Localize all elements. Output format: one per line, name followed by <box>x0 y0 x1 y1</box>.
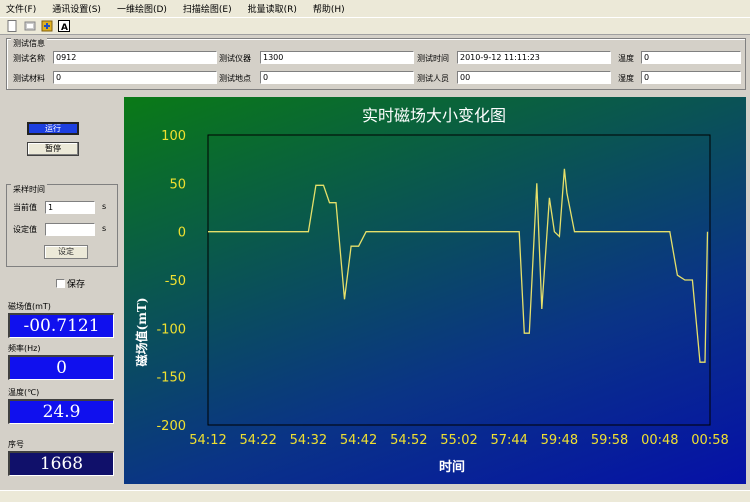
set-button[interactable]: 设定 <box>44 245 88 259</box>
test-time-label: 测试时间 <box>417 53 449 63</box>
test-info-title: 测试信息 <box>11 38 47 49</box>
menu-help[interactable]: 帮助(H) <box>313 2 345 15</box>
current-value-row: 当前值 1 s <box>13 201 113 215</box>
test-location-label: 测试地点 <box>219 73 251 83</box>
y-tick-label: 0 <box>178 226 186 241</box>
menu-batch-read[interactable]: 批量读取(R) <box>248 2 297 15</box>
frequency-value: 0 <box>8 355 114 380</box>
temperature-readout-value: 24.9 <box>8 399 114 424</box>
y-tick-label: -100 <box>156 322 186 337</box>
current-value-unit: s <box>102 202 107 211</box>
menu-comm-settings[interactable]: 通讯设置(S) <box>52 2 101 15</box>
frequency-readout: 频率(Hz) 0 <box>8 344 118 380</box>
status-bar <box>0 490 750 502</box>
current-value-label: 当前值 <box>13 203 37 212</box>
new-file-icon[interactable] <box>6 20 19 33</box>
menu-file[interactable]: 文件(F) <box>6 2 36 15</box>
y-axis-label: 磁场值(mT) <box>134 298 149 368</box>
x-tick-label: 00:48 <box>641 433 678 448</box>
serial-readout: 序号 1668 <box>8 440 118 476</box>
x-tick-label: 54:52 <box>390 433 427 448</box>
save-checkbox[interactable] <box>56 279 65 288</box>
test-material-label: 测试材料 <box>13 73 45 83</box>
humidity-field[interactable]: 0 <box>641 71 741 84</box>
test-personnel-field[interactable]: 00 <box>457 71 611 84</box>
y-tick-label: -200 <box>156 419 186 434</box>
sampling-group: 采样时间 当前值 1 s 设定值 s 设定 <box>6 184 118 267</box>
frequency-label: 频率(Hz) <box>8 344 41 353</box>
x-tick-label: 54:42 <box>340 433 377 448</box>
x-tick-label: 54:32 <box>290 433 327 448</box>
serial-label: 序号 <box>8 440 24 449</box>
x-tick-label: 55:02 <box>440 433 477 448</box>
y-tick-label: 50 <box>169 177 186 192</box>
menu-bar: 文件(F) 通讯设置(S) 一维绘图(D) 扫描绘图(E) 批量读取(R) 帮助… <box>0 0 750 18</box>
open-file-icon[interactable] <box>23 20 36 33</box>
toolbar: A <box>0 18 750 35</box>
serial-value: 1668 <box>8 451 114 476</box>
setting-value-label: 设定值 <box>13 225 37 234</box>
test-location-field[interactable]: 0 <box>260 71 414 84</box>
current-value-field[interactable]: 1 <box>45 201 95 214</box>
sampling-title: 采样时间 <box>11 184 47 195</box>
info-row-2: 测试材料 0 测试地点 0 测试人员 00 湿度 0 <box>13 71 743 85</box>
field-series-line <box>208 168 709 363</box>
chart-title: 实时磁场大小变化图 <box>362 106 506 125</box>
setting-value-field[interactable] <box>45 223 95 236</box>
settings-icon[interactable] <box>40 20 53 33</box>
test-name-label: 测试名称 <box>13 53 45 63</box>
setting-value-unit: s <box>102 224 107 233</box>
x-tick-label: 59:48 <box>541 433 578 448</box>
test-name-field[interactable]: 0912 <box>53 51 217 64</box>
test-time-field[interactable]: 2010-9-12 11:11:23 <box>457 51 611 64</box>
pause-button[interactable]: 暂停 <box>27 142 79 156</box>
info-row-1: 测试名称 0912 测试仪器 1300 测试时间 2010-9-12 11:11… <box>13 51 743 65</box>
y-tick-label: -50 <box>165 274 186 289</box>
test-material-field[interactable]: 0 <box>53 71 217 84</box>
save-checkbox-row[interactable]: 保存 <box>56 277 85 290</box>
y-tick-label: -150 <box>156 371 186 386</box>
menu-1d-plot[interactable]: 一维绘图(D) <box>117 2 167 15</box>
field-value: -00.7121 <box>8 313 114 338</box>
field-readout: 磁场值(mT) -00.7121 <box>8 302 118 338</box>
start-button[interactable]: 运行 <box>27 122 79 135</box>
setting-value-row: 设定值 s <box>13 223 113 237</box>
x-tick-label: 54:12 <box>189 433 226 448</box>
save-label: 保存 <box>67 280 86 290</box>
chart-panel: 实时磁场大小变化图 磁场值(mT) 时间 100 50 0 -50 -100 -150 -2… <box>124 97 746 484</box>
x-tick-label: 54:22 <box>239 433 276 448</box>
x-tick-label: 57:44 <box>490 433 527 448</box>
test-instrument-label: 测试仪器 <box>219 53 251 63</box>
x-axis-label: 时间 <box>439 459 465 475</box>
left-control-panel: 运行 暂停 采样时间 当前值 1 s 设定值 s 设定 保存 磁场值(mT) -… <box>6 94 118 494</box>
x-tick-label: 00:58 <box>691 433 728 448</box>
menu-scan-plot[interactable]: 扫描绘图(E) <box>183 2 232 15</box>
about-icon[interactable]: A <box>57 20 70 33</box>
magnetic-field-chart: 实时磁场大小变化图 磁场值(mT) 时间 100 50 0 -50 -100 -150 -2… <box>134 106 729 475</box>
y-tick-label: 100 <box>161 129 186 144</box>
plot-frame <box>207 134 711 426</box>
svg-text:A: A <box>61 23 68 32</box>
test-info-group: 测试信息 测试名称 0912 测试仪器 1300 测试时间 2010-9-12 … <box>6 38 746 90</box>
test-instrument-field[interactable]: 1300 <box>260 51 414 64</box>
test-personnel-label: 测试人员 <box>417 73 449 83</box>
temperature-readout: 温度(℃) 24.9 <box>8 388 118 424</box>
temperature-field[interactable]: 0 <box>641 51 741 64</box>
temperature-readout-label: 温度(℃) <box>8 388 40 397</box>
humidity-label: 湿度 <box>618 73 634 83</box>
temperature-label: 温度 <box>618 53 634 63</box>
x-tick-label: 59:58 <box>591 433 628 448</box>
field-label: 磁场值(mT) <box>8 302 51 311</box>
